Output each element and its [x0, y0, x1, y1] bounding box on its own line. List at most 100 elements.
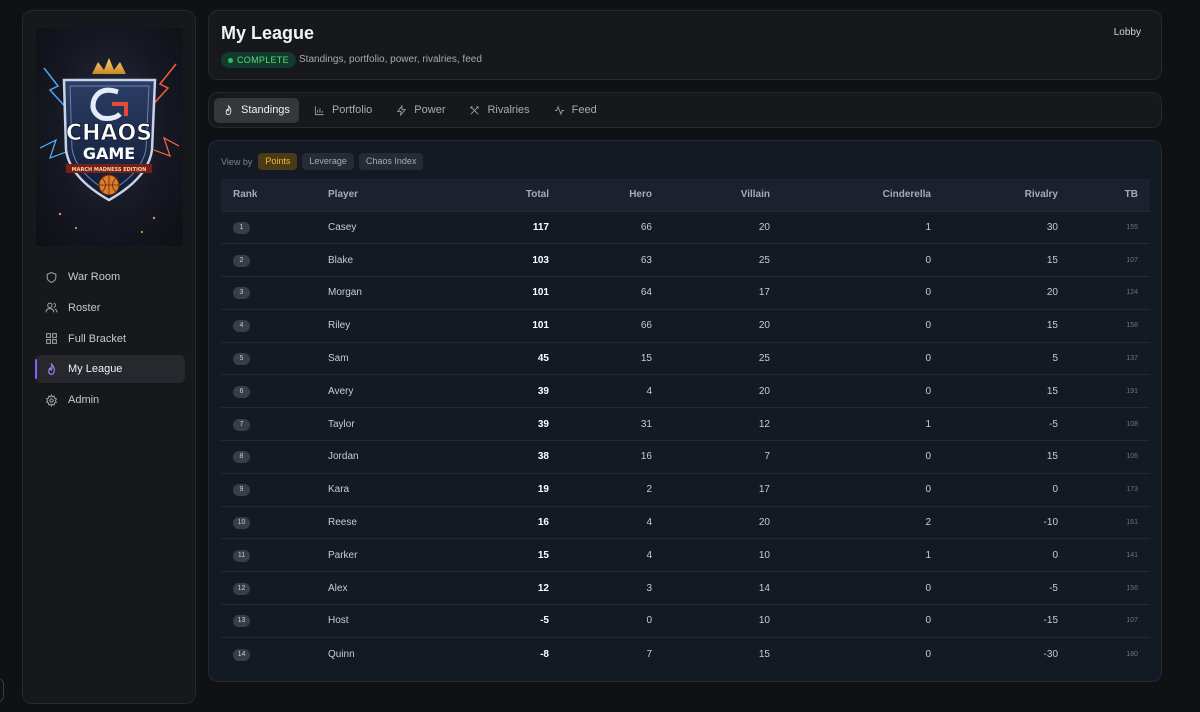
hero-points: 16 [549, 440, 652, 474]
total-points: 12 [443, 571, 549, 605]
rank-cell: 7 [221, 407, 328, 441]
hero-points: 64 [549, 276, 652, 310]
villain-points: 20 [652, 374, 770, 408]
tiebreaker: 137 [1058, 341, 1150, 375]
tiebreaker: 107 [1058, 604, 1150, 638]
tab-label: Rivalries [487, 104, 530, 116]
view-by-points[interactable]: Points [258, 153, 298, 170]
rivalry-points: 15 [931, 243, 1058, 277]
column-header-total[interactable]: Total [443, 179, 549, 211]
standings-table: Rank Player Total Hero Villain Cinderell… [221, 179, 1150, 671]
player-name: Reese [328, 505, 443, 539]
gear-icon [45, 393, 58, 407]
column-header-tb[interactable]: TB [1058, 179, 1150, 211]
total-points: 45 [443, 341, 549, 375]
crossed-swords-icon [469, 105, 480, 116]
sidebar-item-full-bracket[interactable]: Full Bracket [35, 325, 185, 353]
table-row[interactable]: 1 Casey 117 66 20 1 30 155 [221, 210, 1150, 244]
table-row[interactable]: 6 Avery 39 4 20 0 15 191 [221, 374, 1150, 408]
hero-points: 7 [549, 636, 652, 671]
player-name: Parker [328, 538, 443, 572]
cinderella-points: 1 [770, 407, 931, 441]
tiebreaker: 141 [1058, 538, 1150, 572]
table-row[interactable]: 5 Sam 45 15 25 0 5 137 [221, 341, 1150, 375]
cinderella-points: 0 [770, 341, 931, 375]
tab-standings[interactable]: Standings [214, 97, 299, 123]
hero-points: 31 [549, 407, 652, 441]
sidebar-item-label: My League [68, 363, 123, 376]
tab-power[interactable]: Power [387, 98, 454, 123]
rank-badge: 6 [233, 385, 250, 398]
player-name: Avery [328, 374, 443, 408]
sidebar-item-my-league[interactable]: My League [35, 355, 185, 384]
view-by-chaos-index[interactable]: Chaos Index [358, 153, 424, 170]
cinderella-points: 0 [770, 440, 931, 474]
cinderella-points: 0 [770, 276, 931, 310]
column-header-player[interactable]: Player [328, 179, 443, 211]
column-header-rank[interactable]: Rank [221, 179, 328, 211]
table-row[interactable]: 13 Host -5 0 10 0 -15 107 [221, 604, 1150, 638]
flame-icon [45, 362, 58, 376]
sidebar-item-roster[interactable]: Roster [35, 294, 185, 322]
column-header-villain[interactable]: Villain [652, 179, 770, 211]
table-row[interactable]: 3 Morgan 101 64 17 0 20 124 [221, 276, 1150, 310]
rank-badge: 9 [233, 484, 250, 497]
rank-cell: 3 [221, 276, 328, 310]
standings-body: 1 Casey 117 66 20 1 30 155 2 Blake 103 63 25 0 15 107 3 M… [221, 210, 1150, 671]
cinderella-points: 0 [770, 472, 931, 507]
rank-cell: 11 [221, 538, 328, 572]
rank-badge: 13 [233, 615, 250, 628]
rivalry-points: 0 [931, 472, 1058, 507]
table-row[interactable]: 14 Quinn -8 7 15 0 -30 180 [221, 636, 1150, 671]
hero-points: 63 [549, 243, 652, 277]
tab-feed[interactable]: Feed [545, 98, 606, 123]
total-points: 101 [443, 308, 549, 343]
view-by-label: View by [221, 156, 253, 167]
hero-points: 66 [549, 210, 652, 244]
rank-badge: 3 [233, 287, 250, 300]
hero-points: 0 [549, 604, 652, 638]
rivalry-points: 15 [931, 308, 1058, 343]
tiebreaker: 124 [1058, 276, 1150, 310]
total-points: 15 [443, 538, 549, 572]
player-name: Sam [328, 341, 443, 375]
sidebar-toggle-button[interactable] [0, 678, 4, 702]
tab-rivalries[interactable]: Rivalries [460, 98, 538, 123]
table-row[interactable]: 4 Riley 101 66 20 0 15 158 [221, 308, 1150, 343]
league-tabs: Standings Portfolio Power Rivalries Feed [208, 92, 1162, 128]
table-row[interactable]: 9 Kara 19 2 17 0 0 173 [221, 472, 1150, 507]
table-row[interactable]: 11 Parker 15 4 10 1 0 141 [221, 538, 1150, 572]
villain-points: 10 [652, 604, 770, 638]
chaos-game-logo: CHAOS GAME MARCH MADNESS EDITION [36, 28, 183, 246]
lobby-link[interactable]: Lobby [1114, 27, 1141, 38]
logo-edition: MARCH MADNESS EDITION [72, 167, 147, 173]
sidebar-item-admin[interactable]: Admin [35, 386, 185, 414]
rank-badge: 14 [233, 648, 250, 661]
table-row[interactable]: 8 Jordan 38 16 7 0 15 106 [221, 440, 1150, 474]
rank-badge: 4 [233, 320, 250, 333]
table-row[interactable]: 10 Reese 16 4 20 2 -10 161 [221, 505, 1150, 539]
users-icon [45, 301, 58, 314]
total-points: -8 [443, 636, 549, 671]
table-row[interactable]: 2 Blake 103 63 25 0 15 107 [221, 243, 1150, 277]
rank-cell: 4 [221, 308, 328, 343]
rivalry-points: -30 [931, 636, 1058, 671]
page-title: My League [221, 23, 315, 43]
villain-points: 15 [652, 636, 770, 671]
tiebreaker: 173 [1058, 472, 1150, 507]
villain-points: 17 [652, 276, 770, 310]
page-subtitle: Standings, portfolio, power, rivalries, … [299, 54, 482, 65]
sidebar-item-war-room[interactable]: War Room [35, 263, 185, 291]
logo-word-game: GAME [83, 144, 135, 163]
column-header-hero[interactable]: Hero [549, 179, 652, 211]
rank-badge: 1 [233, 221, 250, 234]
rank-cell: 10 [221, 505, 328, 539]
table-row[interactable]: 7 Taylor 39 31 12 1 -5 108 [221, 407, 1150, 441]
tab-portfolio[interactable]: Portfolio [305, 98, 381, 123]
column-header-rivalry[interactable]: Rivalry [931, 179, 1058, 211]
view-by-leverage[interactable]: Leverage [302, 153, 354, 170]
lightning-icon [396, 104, 407, 116]
column-header-cinderella[interactable]: Cinderella [770, 179, 931, 211]
table-row[interactable]: 12 Alex 12 3 14 0 -5 156 [221, 571, 1150, 605]
player-name: Blake [328, 243, 443, 277]
